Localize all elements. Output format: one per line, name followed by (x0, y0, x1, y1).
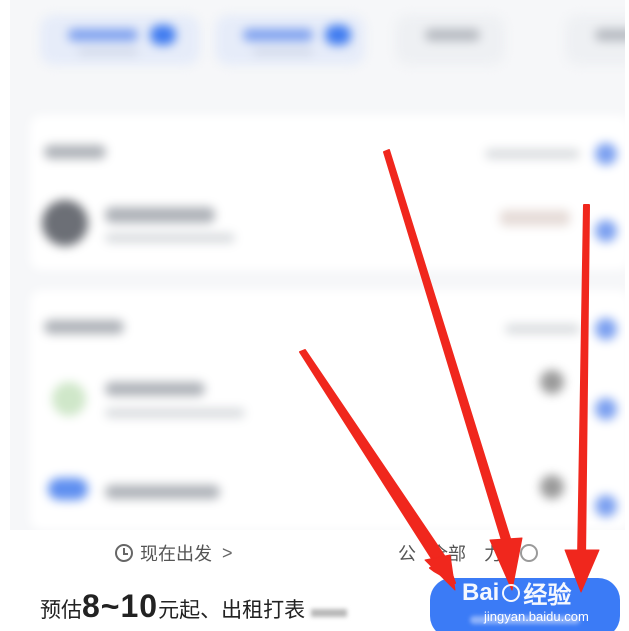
vehicle-tabs (10, 0, 625, 90)
vehicle-list-card (30, 115, 625, 270)
chevron-right-icon: > (222, 542, 233, 563)
price-estimate: 预估 8~10 元起、出租打表 (40, 588, 348, 625)
watermark-logo-left: Bai (462, 578, 500, 606)
tab-vehicle-2[interactable] (215, 15, 365, 65)
paw-icon (502, 583, 521, 602)
vehicle-list-card-2 (30, 290, 625, 530)
tab-vehicle-4[interactable] (565, 15, 625, 65)
clock-icon (115, 544, 133, 562)
all-cars-suffix: 力 (484, 544, 502, 564)
watermark-logo-right: 经验 (523, 582, 572, 609)
estimate-suffix: 元起、出租打表 (158, 599, 306, 622)
estimate-trail (311, 609, 348, 617)
watermark-url: jingyan.baidu.com (484, 609, 589, 624)
toggle-circle-icon[interactable] (520, 544, 538, 562)
watermark: Bai 经验 jingyan.baidu.com (462, 575, 589, 625)
depart-label: 现在出发 (140, 544, 212, 564)
depart-time-selector[interactable]: 现在出发 > (115, 540, 233, 566)
estimate-range: 8~10 (82, 588, 159, 624)
all-cars-prefix: 公 (398, 544, 416, 564)
watermark-logo: Bai 经验 (462, 575, 589, 610)
select-all-cars[interactable]: 公 全部 力 (398, 540, 538, 566)
tab-vehicle-3[interactable] (395, 15, 505, 65)
all-cars-label: 全部 (430, 544, 466, 564)
estimate-prefix: 预估 (40, 599, 82, 622)
tab-vehicle-1[interactable] (40, 15, 200, 65)
